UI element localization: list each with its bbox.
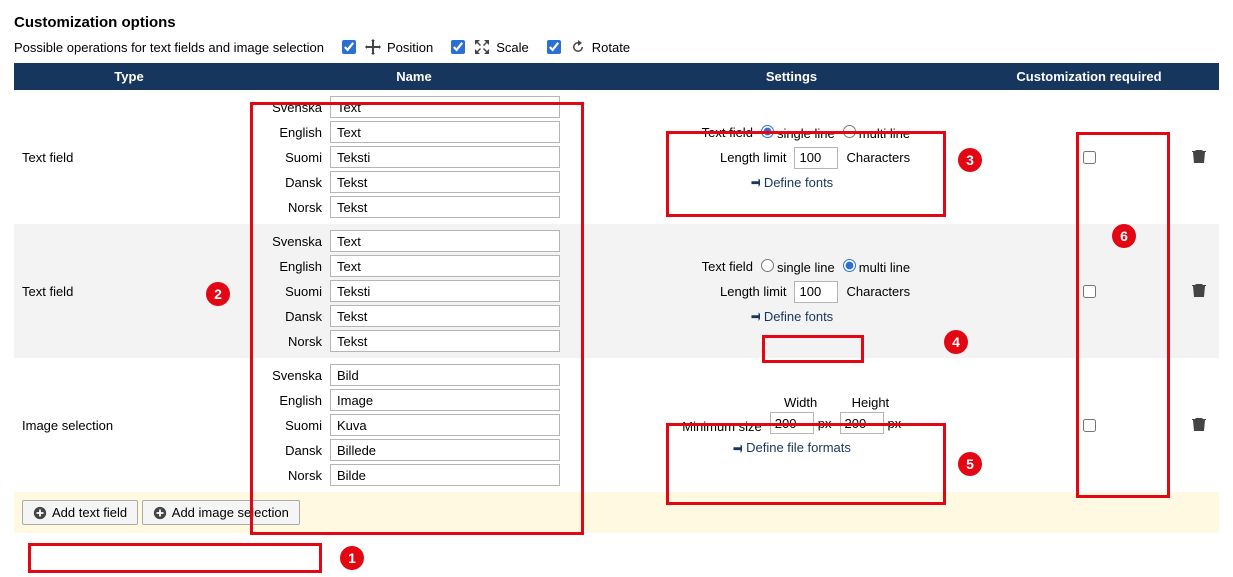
col-name: Name: [244, 63, 584, 90]
required-checkbox[interactable]: [1083, 285, 1096, 298]
delete-button[interactable]: [1191, 286, 1207, 301]
height-input[interactable]: [840, 412, 884, 434]
op-rotate-checkbox[interactable]: [547, 40, 561, 54]
col-required: Customization required: [999, 63, 1179, 90]
annotation-box-1: [28, 543, 322, 573]
customization-table: Type Name Settings Customization require…: [14, 63, 1219, 533]
name-input-en[interactable]: [330, 121, 560, 143]
row-type: Image selection: [14, 358, 244, 492]
arrow-icon: [750, 177, 760, 187]
trash-icon: [1191, 282, 1207, 298]
name-input-sv[interactable]: [330, 364, 560, 386]
define-fonts-link[interactable]: Define fonts: [750, 175, 833, 190]
mode-single[interactable]: single line: [761, 259, 835, 275]
add-image-selection-button[interactable]: Add image selection: [142, 500, 300, 525]
length-input[interactable]: [794, 281, 838, 303]
table-row: Image selection Svenska English Suomi Da…: [14, 358, 1219, 492]
footer-row: Add text field Add image selection: [14, 492, 1219, 533]
op-scale[interactable]: Scale: [447, 37, 529, 57]
table-row: Text field Svenska English Suomi Dansk N…: [14, 224, 1219, 358]
op-scale-checkbox[interactable]: [451, 40, 465, 54]
scale-icon: [474, 39, 490, 55]
name-inputs: Svenska English Suomi Dansk Norsk: [252, 230, 576, 352]
mode-multi[interactable]: multi line: [843, 125, 910, 141]
add-text-field-button[interactable]: Add text field: [22, 500, 138, 525]
move-icon: [365, 39, 381, 55]
page-title: Customization options: [14, 14, 1219, 31]
name-input-da[interactable]: [330, 305, 560, 327]
name-input-da[interactable]: [330, 171, 560, 193]
name-input-no[interactable]: [330, 196, 560, 218]
name-input-no[interactable]: [330, 330, 560, 352]
delete-button[interactable]: [1191, 420, 1207, 435]
name-inputs: Svenska English Suomi Dansk Norsk: [252, 364, 576, 486]
name-input-fi[interactable]: [330, 414, 560, 436]
name-input-en[interactable]: [330, 389, 560, 411]
required-checkbox[interactable]: [1083, 151, 1096, 164]
name-input-fi[interactable]: [330, 146, 560, 168]
page-root: Customization options Possible operation…: [14, 14, 1219, 533]
mode-multi[interactable]: multi line: [843, 259, 910, 275]
col-settings: Settings: [584, 63, 999, 90]
length-input[interactable]: [794, 147, 838, 169]
define-formats-link[interactable]: Define file formats: [732, 440, 851, 455]
op-position[interactable]: Position: [338, 37, 433, 57]
op-position-checkbox[interactable]: [342, 40, 356, 54]
operations-label: Possible operations for text fields and …: [14, 40, 324, 55]
name-input-sv[interactable]: [330, 96, 560, 118]
trash-icon: [1191, 416, 1207, 432]
col-type: Type: [14, 63, 244, 90]
plus-circle-icon: [153, 506, 167, 520]
arrow-icon: [750, 311, 760, 321]
name-inputs: Svenska English Suomi Dansk Norsk: [252, 96, 576, 218]
plus-circle-icon: [33, 506, 47, 520]
name-input-no[interactable]: [330, 464, 560, 486]
mode-single[interactable]: single line: [761, 125, 835, 141]
name-input-fi[interactable]: [330, 280, 560, 302]
name-input-en[interactable]: [330, 255, 560, 277]
trash-icon: [1191, 148, 1207, 164]
annotation-badge-1: 1: [340, 546, 364, 570]
define-fonts-link[interactable]: Define fonts: [750, 309, 833, 324]
rotate-icon: [570, 39, 586, 55]
arrow-icon: [732, 443, 742, 453]
name-input-sv[interactable]: [330, 230, 560, 252]
delete-button[interactable]: [1191, 152, 1207, 167]
width-input[interactable]: [770, 412, 814, 434]
required-checkbox[interactable]: [1083, 419, 1096, 432]
operations-row: Possible operations for text fields and …: [14, 37, 1219, 57]
op-rotate[interactable]: Rotate: [543, 37, 630, 57]
name-input-da[interactable]: [330, 439, 560, 461]
row-type: Text field: [14, 90, 244, 224]
row-type: Text field: [14, 224, 244, 358]
table-row: Text field Svenska English Suomi Dansk N…: [14, 90, 1219, 224]
